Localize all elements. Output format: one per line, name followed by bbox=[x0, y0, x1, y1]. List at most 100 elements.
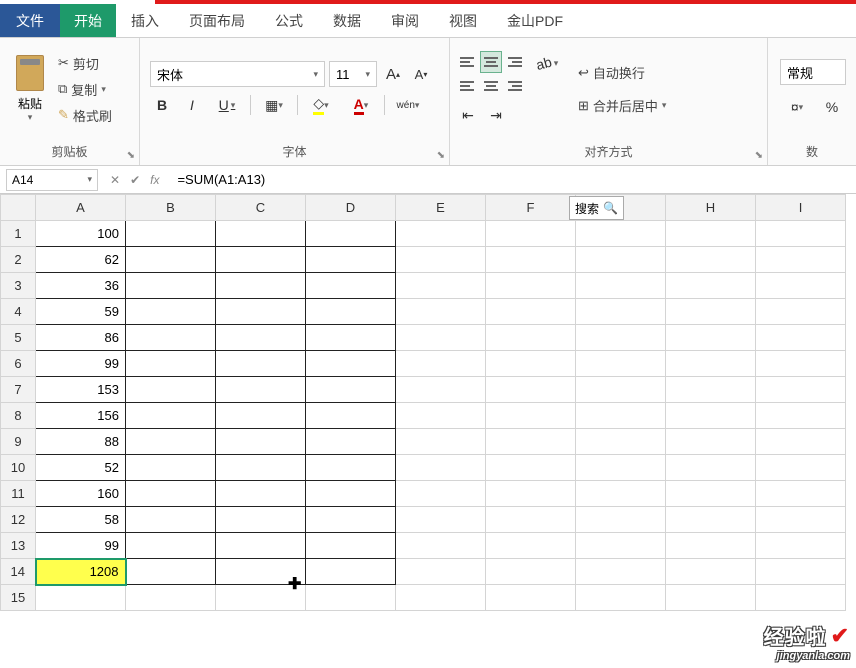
cell[interactable] bbox=[216, 585, 306, 611]
increase-indent-button[interactable]: ⇥ bbox=[484, 103, 508, 127]
cell[interactable] bbox=[216, 325, 306, 351]
cell[interactable] bbox=[576, 351, 666, 377]
increase-font-button[interactable]: A▴ bbox=[381, 62, 405, 86]
number-format-select[interactable]: 常规 bbox=[780, 59, 846, 85]
cell[interactable] bbox=[126, 585, 216, 611]
row-header[interactable]: 13 bbox=[1, 533, 36, 559]
cell[interactable] bbox=[666, 299, 756, 325]
cell[interactable] bbox=[756, 299, 846, 325]
row-header[interactable]: 5 bbox=[1, 325, 36, 351]
cell[interactable] bbox=[126, 559, 216, 585]
pinyin-button[interactable]: wén▾ bbox=[391, 93, 425, 117]
cell[interactable] bbox=[216, 221, 306, 247]
cell[interactable] bbox=[396, 351, 486, 377]
cell[interactable] bbox=[126, 351, 216, 377]
cell[interactable] bbox=[216, 403, 306, 429]
dialog-launcher-icon[interactable]: ⬊ bbox=[755, 150, 763, 161]
cell[interactable] bbox=[666, 403, 756, 429]
spreadsheet-grid[interactable]: ABCDEFHI11002623364595866997153815698810… bbox=[0, 194, 856, 611]
cell[interactable] bbox=[126, 273, 216, 299]
cell[interactable] bbox=[216, 377, 306, 403]
cell[interactable] bbox=[126, 299, 216, 325]
cell[interactable] bbox=[396, 403, 486, 429]
cell[interactable] bbox=[126, 247, 216, 273]
cell[interactable] bbox=[216, 299, 306, 325]
cell[interactable] bbox=[756, 221, 846, 247]
align-top-right[interactable] bbox=[504, 51, 526, 73]
cell[interactable] bbox=[756, 429, 846, 455]
cell[interactable] bbox=[576, 429, 666, 455]
dialog-launcher-icon[interactable]: ⬊ bbox=[437, 150, 445, 161]
row-header[interactable]: 4 bbox=[1, 299, 36, 325]
cell[interactable] bbox=[756, 273, 846, 299]
paste-button[interactable]: 粘贴 ▾ bbox=[6, 54, 54, 124]
cell[interactable] bbox=[216, 351, 306, 377]
cell[interactable] bbox=[306, 403, 396, 429]
cell[interactable] bbox=[396, 273, 486, 299]
cell[interactable] bbox=[396, 377, 486, 403]
cell[interactable] bbox=[486, 299, 576, 325]
cell[interactable] bbox=[756, 325, 846, 351]
cell[interactable] bbox=[126, 325, 216, 351]
cell[interactable] bbox=[666, 273, 756, 299]
cell[interactable] bbox=[396, 481, 486, 507]
cell[interactable] bbox=[576, 559, 666, 585]
cell[interactable] bbox=[576, 299, 666, 325]
merge-center-button[interactable]: ⊞合并后居中▾ bbox=[574, 94, 670, 117]
orientation-button[interactable]: ab▾ bbox=[530, 51, 564, 75]
cell[interactable] bbox=[306, 481, 396, 507]
cell[interactable] bbox=[396, 507, 486, 533]
font-color-button[interactable]: A▾ bbox=[344, 93, 378, 117]
tab-pdf[interactable]: 金山PDF bbox=[492, 4, 578, 37]
cell[interactable] bbox=[576, 481, 666, 507]
cell[interactable] bbox=[576, 247, 666, 273]
cell[interactable] bbox=[216, 481, 306, 507]
cell[interactable] bbox=[486, 533, 576, 559]
cell[interactable] bbox=[756, 377, 846, 403]
row-header[interactable]: 8 bbox=[1, 403, 36, 429]
row-header[interactable]: 12 bbox=[1, 507, 36, 533]
cell[interactable] bbox=[756, 247, 846, 273]
cell[interactable]: 156 bbox=[36, 403, 126, 429]
cell[interactable] bbox=[486, 455, 576, 481]
cell[interactable] bbox=[756, 481, 846, 507]
cell[interactable]: 62 bbox=[36, 247, 126, 273]
cell[interactable] bbox=[756, 585, 846, 611]
cell[interactable] bbox=[306, 585, 396, 611]
align-right[interactable] bbox=[504, 75, 526, 97]
bold-button[interactable]: B bbox=[150, 93, 174, 117]
tab-home[interactable]: 开始 bbox=[60, 4, 116, 37]
cut-button[interactable]: ✂剪切 bbox=[54, 52, 116, 75]
cell[interactable]: 52 bbox=[36, 455, 126, 481]
tab-insert[interactable]: 插入 bbox=[116, 4, 174, 37]
fill-color-button[interactable]: ◇▾ bbox=[304, 93, 338, 117]
cell[interactable]: 88 bbox=[36, 429, 126, 455]
column-header[interactable]: C bbox=[216, 195, 306, 221]
row-header[interactable]: 6 bbox=[1, 351, 36, 377]
cell[interactable] bbox=[486, 559, 576, 585]
cell[interactable] bbox=[306, 325, 396, 351]
cell[interactable] bbox=[486, 351, 576, 377]
font-size-select[interactable]: 11▾ bbox=[329, 61, 377, 87]
cell[interactable]: 153 bbox=[36, 377, 126, 403]
italic-button[interactable]: I bbox=[180, 93, 204, 117]
cell[interactable] bbox=[216, 533, 306, 559]
column-header[interactable]: B bbox=[126, 195, 216, 221]
align-top-center[interactable] bbox=[480, 51, 502, 73]
row-header[interactable]: 1 bbox=[1, 221, 36, 247]
row-header[interactable]: 14 bbox=[1, 559, 36, 585]
cell[interactable]: 160 bbox=[36, 481, 126, 507]
column-header[interactable]: E bbox=[396, 195, 486, 221]
row-header[interactable]: 9 bbox=[1, 429, 36, 455]
enter-button[interactable]: ✔ bbox=[130, 173, 140, 187]
cell[interactable] bbox=[396, 559, 486, 585]
tab-data[interactable]: 数据 bbox=[318, 4, 376, 37]
cell[interactable] bbox=[756, 507, 846, 533]
cell[interactable] bbox=[756, 533, 846, 559]
cancel-button[interactable]: ✕ bbox=[110, 173, 120, 187]
cell[interactable] bbox=[486, 481, 576, 507]
cell[interactable] bbox=[306, 221, 396, 247]
tab-file[interactable]: 文件 bbox=[0, 4, 60, 37]
cell[interactable] bbox=[126, 429, 216, 455]
percent-button[interactable]: % bbox=[820, 95, 844, 119]
